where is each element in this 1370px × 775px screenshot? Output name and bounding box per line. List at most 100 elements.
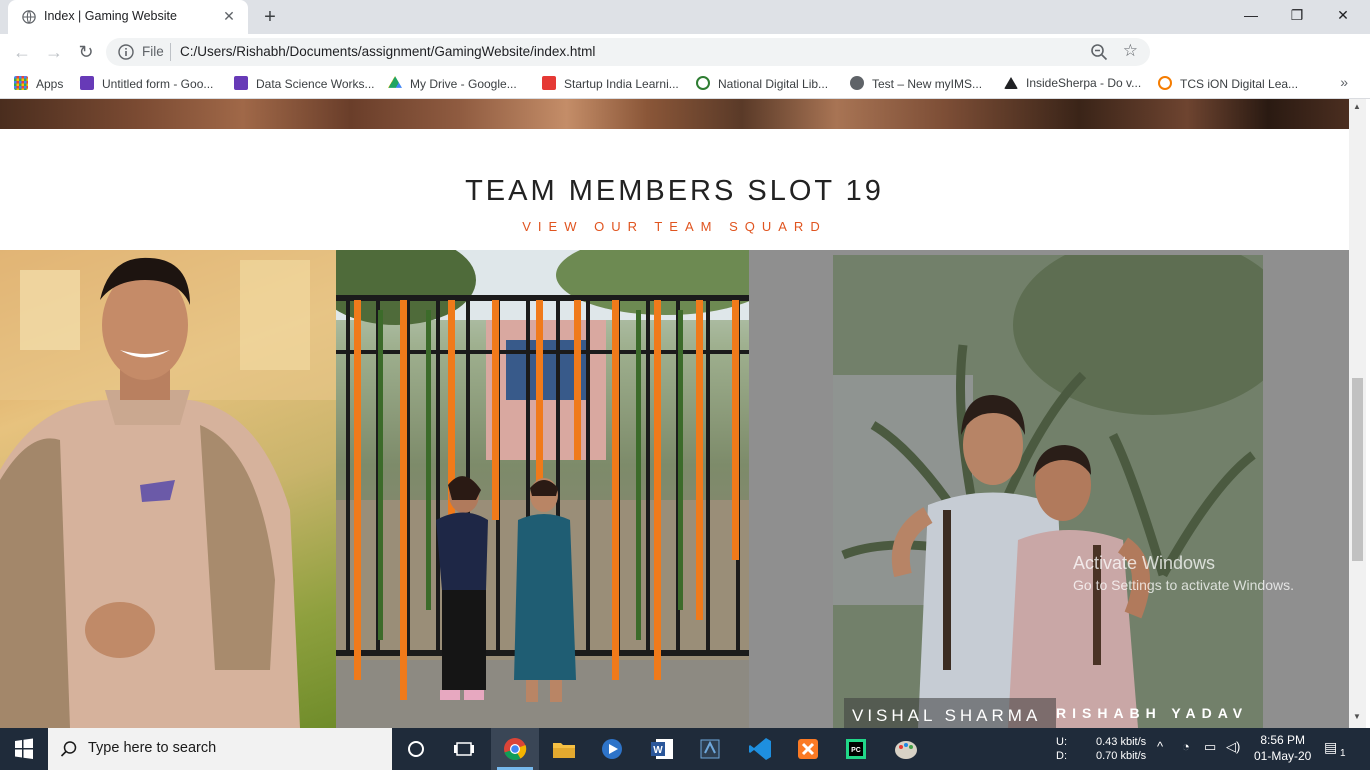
team-photo-2[interactable]: [336, 250, 749, 728]
section-subtitle: VIEW OUR TEAM SQUARD: [522, 219, 827, 234]
section-title: TEAM MEMBERS SLOT 19: [465, 175, 884, 207]
bookmark-data-science[interactable]: Data Science Works...: [234, 76, 375, 91]
activate-windows-title: Activate Windows: [1073, 553, 1216, 573]
net-down-speed: 0.70 kbit/s: [1096, 750, 1147, 762]
net-down-label: D:: [1056, 750, 1067, 762]
app-icon[interactable]: [694, 733, 726, 765]
xampp-icon[interactable]: [792, 733, 824, 765]
tab-close-icon[interactable]: ✕: [220, 7, 238, 25]
tab-strip: Index | Gaming Website ✕ + — ❐ ✕: [0, 0, 1370, 34]
new-tab-button[interactable]: +: [258, 5, 282, 29]
portrait-illustration: [0, 250, 336, 728]
notification-icon[interactable]: ▤: [1324, 739, 1337, 756]
wifi-icon[interactable]: ◔: [1182, 739, 1190, 754]
url-scheme-label: File: [142, 44, 164, 59]
bookmark-apps[interactable]: Apps: [14, 76, 63, 91]
task-view-icon[interactable]: [448, 733, 480, 765]
minimize-icon[interactable]: —: [1228, 0, 1274, 30]
bookmark-untitled-form[interactable]: Untitled form - Goo...: [80, 76, 213, 91]
taskbar-active-chrome[interactable]: [491, 728, 539, 770]
paint-icon[interactable]: [890, 733, 922, 765]
bookmark-label: TCS iON Digital Lea...: [1180, 77, 1299, 91]
taskbar-search-box[interactable]: Type here to search: [48, 728, 392, 770]
browser-toolbar: ← → ↻ File C:/Users/Rishabh/Documents/as…: [0, 34, 1370, 97]
back-arrow-icon[interactable]: ←: [10, 40, 34, 64]
pycharm-icon[interactable]: PC: [840, 733, 872, 765]
file-explorer-icon[interactable]: [548, 733, 580, 765]
team-photo-3[interactable]: [833, 255, 1263, 728]
bookmark-label: InsideSherpa - Do v...: [1026, 76, 1142, 90]
search-icon: [60, 741, 77, 757]
svg-text:PC: PC: [851, 747, 861, 754]
bookmark-label: National Digital Lib...: [718, 77, 829, 91]
gate-illustration: [336, 250, 749, 728]
address-bar[interactable]: File C:/Users/Rishabh/Documents/assignme…: [106, 38, 1150, 66]
bookmark-startup-india[interactable]: Startup India Learni...: [542, 76, 679, 91]
page-viewport: TEAM MEMBERS SLOT 19 VIEW OUR TEAM SQUAR…: [0, 99, 1349, 728]
bookmark-star-icon[interactable]: ☆: [1123, 41, 1138, 61]
chrome-icon: [497, 738, 533, 770]
insidesherpa-icon: [1004, 77, 1018, 89]
volume-icon[interactable]: ◁): [1226, 739, 1240, 755]
tab-title: Index | Gaming Website: [44, 9, 177, 23]
vscode-icon[interactable]: [744, 733, 776, 765]
forward-arrow-icon[interactable]: →: [42, 40, 66, 64]
bookmark-insidesherpa[interactable]: InsideSherpa - Do v...: [1004, 76, 1141, 90]
team-photo-1[interactable]: [0, 250, 336, 728]
scroll-thumb[interactable]: [1352, 378, 1363, 561]
friends-illustration: [833, 255, 1263, 728]
chevron-up-icon[interactable]: ^: [1157, 739, 1163, 754]
more-bookmarks-icon[interactable]: »: [1340, 74, 1348, 90]
net-up-label: U:: [1056, 736, 1067, 748]
bookmark-label: Startup India Learni...: [564, 77, 679, 91]
team-gallery: VISHAL SHARMA RISHABH YADAV: [0, 250, 1349, 728]
google-drive-icon: [388, 76, 402, 88]
bookmarks-bar: Apps Untitled form - Goo... Data Science…: [0, 70, 1370, 99]
google-forms-icon: [234, 76, 248, 90]
bookmark-label: Untitled form - Goo...: [102, 77, 214, 91]
bookmark-label: My Drive - Google...: [410, 77, 517, 91]
reload-icon[interactable]: ↻: [74, 40, 98, 64]
member-name-vishal: VISHAL SHARMA: [852, 706, 1042, 725]
svg-text:W: W: [653, 745, 663, 756]
zoom-icon[interactable]: [1090, 43, 1108, 61]
address-divider: [170, 43, 171, 61]
search-placeholder: Type here to search: [88, 740, 217, 756]
media-player-icon[interactable]: [596, 733, 628, 765]
url-text[interactable]: C:/Users/Rishabh/Documents/assignment/Ga…: [180, 44, 595, 59]
globe-icon: [850, 76, 864, 90]
battery-icon[interactable]: ▭: [1204, 739, 1216, 755]
browser-tab[interactable]: Index | Gaming Website ✕: [8, 0, 248, 34]
clock-time: 8:56 PM: [1260, 733, 1306, 747]
bookmark-my-drive[interactable]: My Drive - Google...: [388, 76, 517, 91]
clock-date: 01-May-20: [1254, 749, 1312, 763]
hero-image-bottom: [0, 99, 1349, 129]
bookmark-myims[interactable]: Test – New myIMS...: [850, 76, 982, 91]
bookmark-label: Test – New myIMS...: [872, 77, 983, 91]
windows-start-icon[interactable]: [0, 728, 48, 770]
close-window-icon[interactable]: ✕: [1320, 0, 1366, 30]
tcs-ion-icon: [1158, 76, 1172, 90]
member-name-rishabh: RISHABH YADAV: [1056, 705, 1249, 721]
windows-taskbar: Type here to search W PC U: D: 0.43 kbit…: [0, 728, 1370, 770]
net-up-speed: 0.43 kbit/s: [1096, 736, 1147, 748]
apps-grid-icon: [14, 76, 28, 90]
globe-icon: [22, 10, 36, 24]
notification-count: 1: [1340, 748, 1346, 759]
system-clock[interactable]: 8:56 PM 01-May-20: [1254, 732, 1311, 764]
word-icon[interactable]: W: [646, 733, 678, 765]
scroll-down-icon[interactable]: ▼: [1353, 712, 1361, 721]
bookmark-label: Apps: [36, 77, 64, 91]
ndl-icon: [696, 76, 710, 90]
cortana-icon[interactable]: [400, 733, 432, 765]
google-forms-icon: [80, 76, 94, 90]
bookmark-national-digital-library[interactable]: National Digital Lib...: [696, 76, 828, 91]
activate-windows-subtitle: Go to Settings to activate Windows.: [1073, 577, 1294, 593]
maximize-icon[interactable]: ❐: [1274, 0, 1320, 30]
bookmark-label: Data Science Works...: [256, 77, 375, 91]
bookmark-tcs-ion[interactable]: TCS iON Digital Lea...: [1158, 76, 1298, 91]
scroll-up-icon[interactable]: ▲: [1353, 102, 1361, 111]
page-scrollbar[interactable]: ▲ ▼: [1349, 99, 1366, 728]
startup-india-icon: [542, 76, 556, 90]
info-icon[interactable]: [118, 44, 134, 60]
